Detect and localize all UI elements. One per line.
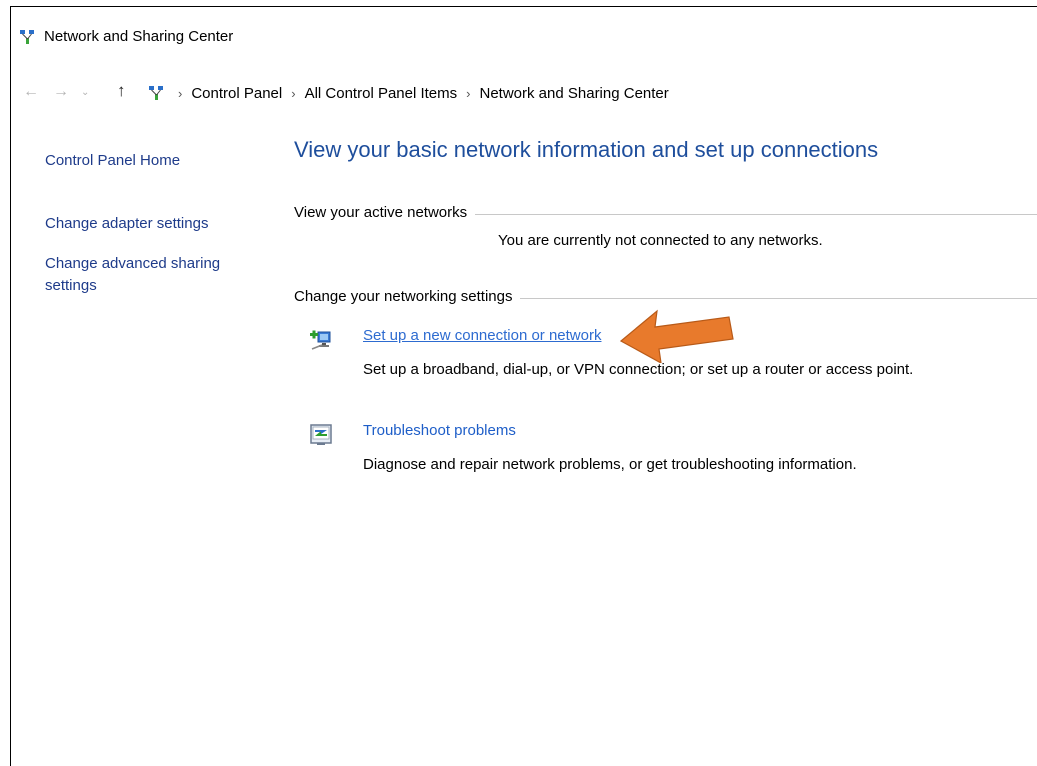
forward-arrow-icon[interactable]: → — [53, 83, 69, 101]
network-icon — [149, 86, 163, 100]
address-bar: ← → ⌄ ↑ › Control Panel › All Control Panel… — [11, 77, 1037, 109]
back-arrow-icon[interactable]: ← — [23, 83, 39, 101]
new-connection-icon — [310, 330, 331, 350]
sidebar-item-control-panel-home[interactable]: Control Panel Home — [45, 150, 180, 172]
breadcrumb: › Control Panel › All Control Panel Items › N… — [169, 85, 669, 102]
breadcrumb-all-control-panel-items[interactable]: All Control Panel Items — [305, 85, 458, 102]
page-title: View your basic network information and … — [294, 137, 879, 162]
callout-arrow-icon — [619, 309, 734, 363]
change-settings-title: Change your networking settings — [294, 288, 521, 305]
troubleshoot-problems-description: Diagnose and repair network problems, or… — [363, 456, 857, 473]
callout-arrow-shape — [619, 309, 734, 363]
breadcrumb-separator: › — [178, 86, 183, 101]
network-icon — [20, 30, 34, 44]
breadcrumb-network-and-sharing-center[interactable]: Network and Sharing Center — [480, 85, 669, 102]
breadcrumb-separator: › — [466, 86, 471, 101]
title-bar: Network and Sharing Center — [11, 7, 1037, 65]
sidebar-item-change-advanced-sharing-settings[interactable]: Change advanced sharing settings — [45, 253, 245, 297]
up-arrow-icon[interactable]: ↑ — [117, 81, 126, 101]
sidebar-item-change-adapter-settings[interactable]: Change adapter settings — [45, 213, 208, 235]
troubleshoot-icon — [310, 424, 332, 445]
setup-new-connection-link[interactable]: Set up a new connection or network — [363, 327, 601, 344]
chevron-down-icon[interactable]: ⌄ — [81, 87, 89, 98]
active-networks-title: View your active networks — [294, 204, 476, 221]
breadcrumb-control-panel[interactable]: Control Panel — [191, 85, 282, 102]
setup-new-connection-description: Set up a broadband, dial-up, or VPN conn… — [363, 361, 914, 378]
troubleshoot-problems-link[interactable]: Troubleshoot problems — [363, 422, 516, 439]
network-sharing-center-window: Network and Sharing Center ← → ⌄ ↑ › Cont… — [10, 6, 1037, 766]
active-networks-section: View your active networks — [294, 204, 1037, 222]
no-network-message: You are currently not connected to any n… — [498, 232, 823, 249]
breadcrumb-separator: › — [291, 86, 296, 101]
window-title: Network and Sharing Center — [44, 28, 234, 45]
